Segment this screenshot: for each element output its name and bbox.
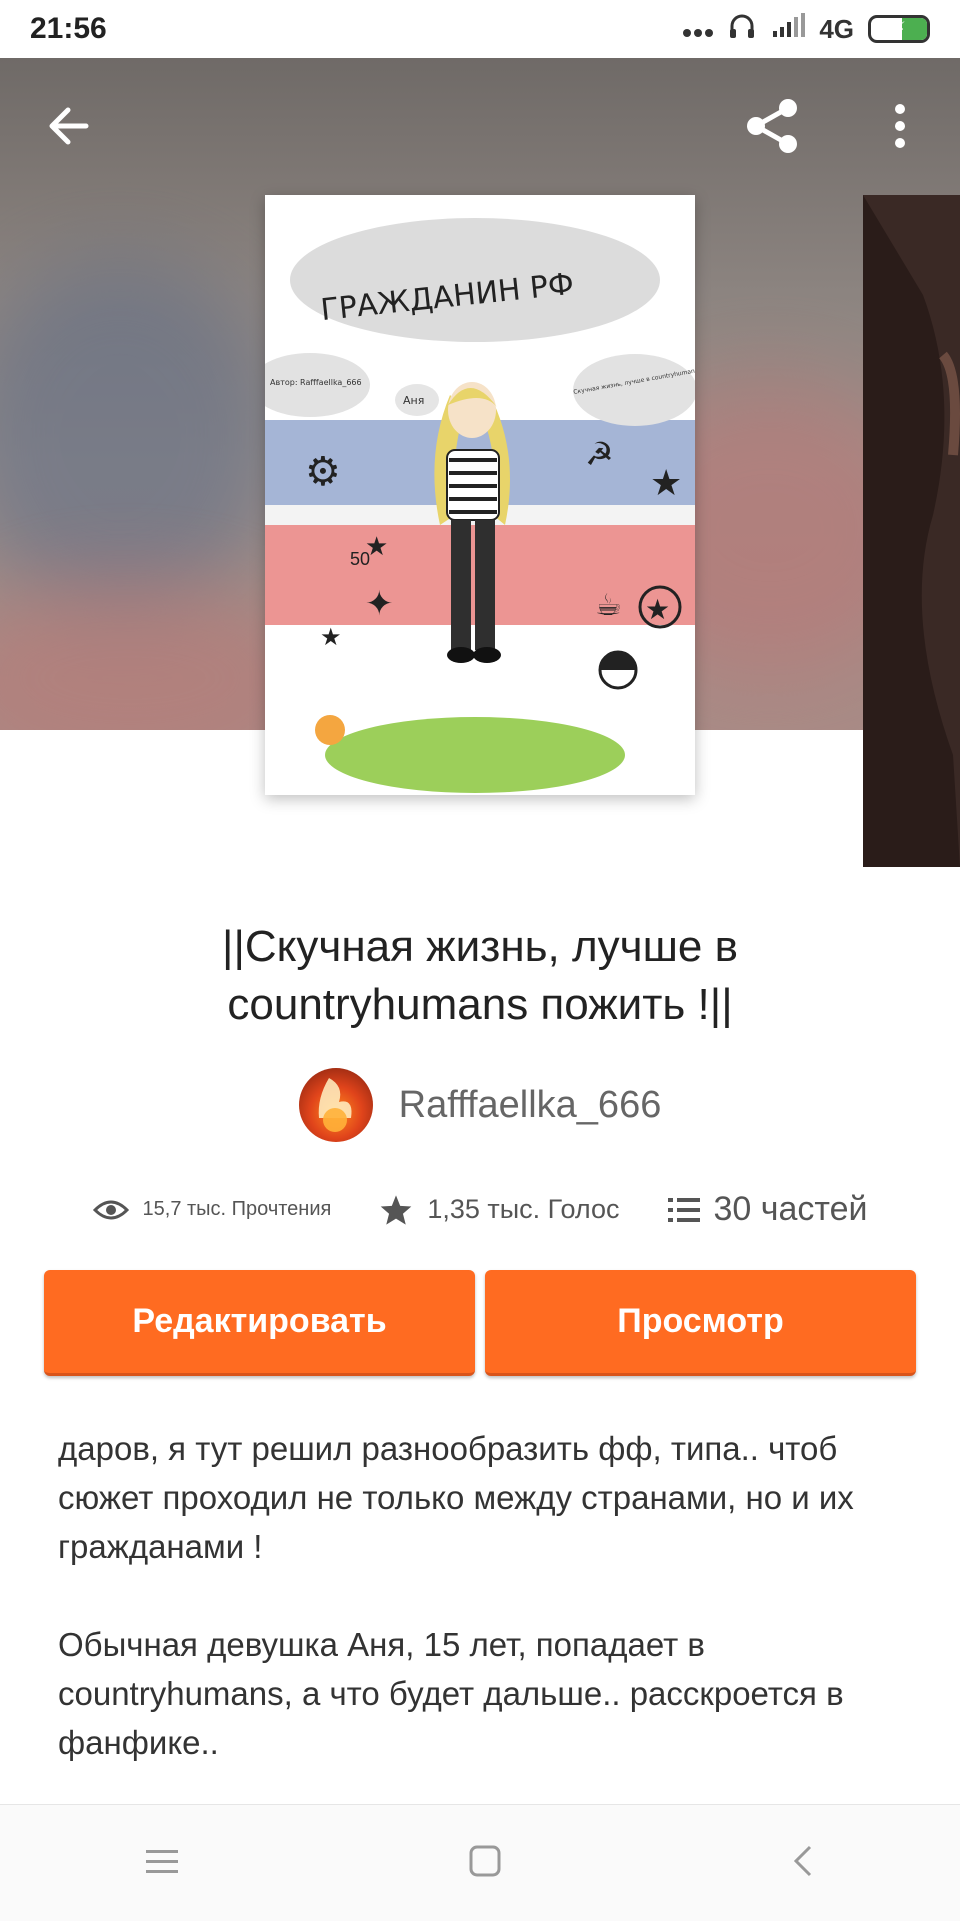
battery-icon: ⚡ [868,15,930,43]
cover-name-text: Аня [403,394,424,407]
menu-icon [145,1849,178,1873]
story-stats: 15,7 тыс. Прочтения 1,35 тыс. Голос 30 ч… [0,1190,960,1229]
home-square-icon [469,1845,501,1876]
system-nav-bar [0,1804,960,1921]
svg-text:★: ★ [650,462,682,503]
cover-number-text: 50 [350,549,370,569]
list-icon [667,1197,700,1222]
svg-text:★: ★ [645,594,670,625]
story-description: даров, я тут решил разнообразить фф, тип… [58,1424,918,1816]
parts-stat[interactable]: 30 частей [667,1190,868,1229]
status-time: 21:56 [30,12,107,45]
signal-icon [771,12,806,46]
dots-icon [683,14,714,45]
edit-button[interactable]: Редактировать [44,1270,475,1376]
status-icons: 4G ⚡ [683,11,930,48]
svg-text:✦: ✦ [365,585,394,623]
arrow-left-icon [49,107,89,145]
back-nav-button[interactable] [792,1844,814,1883]
top-nav [0,58,960,194]
reads-stat: 15,7 тыс. Прочтения [92,1198,332,1222]
svg-text:★: ★ [320,624,342,651]
share-button[interactable] [740,94,804,158]
cover-illustration: ГРАЖДАНИН РФ Автор: Rafffaellka_666 Скуч… [265,195,695,795]
next-cover-illustration [863,195,960,867]
headphones-icon [727,11,757,48]
author-row[interactable]: Rafffaellka_666 [0,1068,960,1142]
preview-button[interactable]: Просмотр [485,1270,916,1376]
home-button[interactable] [469,1845,501,1882]
eye-icon [92,1200,129,1219]
more-vert-icon [895,104,905,148]
avatar-image [318,1078,352,1132]
back-chevron-icon [794,1845,812,1876]
votes-stat: 1,35 тыс. Голос [379,1194,620,1226]
story-cover[interactable]: ГРАЖДАНИН РФ Автор: Rafffaellka_666 Скуч… [265,195,695,795]
parts-count[interactable]: 30 частей [714,1190,868,1229]
share-icon [747,99,797,153]
author-name[interactable]: Rafffaellka_666 [399,1084,662,1127]
story-title: ||Скучная жизнь, лучше в countryhumans п… [222,922,738,1029]
back-button[interactable] [40,98,96,154]
cover-author-text: Автор: Rafffaellka_666 [270,378,362,387]
next-story-cover[interactable] [863,195,960,867]
svg-text:⚙: ⚙ [305,450,341,494]
action-buttons: Редактировать Просмотр [44,1270,916,1376]
star-icon [381,1194,412,1225]
menu-button[interactable] [145,1848,178,1879]
avatar[interactable] [298,1068,373,1142]
status-bar: 21:56 4G ⚡ [0,0,960,58]
network-label: 4G [819,13,854,44]
votes-count: 1,35 тыс. Голос [427,1194,620,1224]
description-paragraph-1: даров, я тут решил разнообразить фф, тип… [58,1430,854,1565]
more-button[interactable] [878,96,922,156]
svg-text:☭: ☭ [585,436,614,472]
svg-text:☕: ☕ [595,589,622,622]
description-paragraph-2: Обычная девушка Аня, 15 лет, попадает в … [58,1626,844,1761]
reads-count: 15,7 тыс. Прочтения [142,1198,332,1220]
